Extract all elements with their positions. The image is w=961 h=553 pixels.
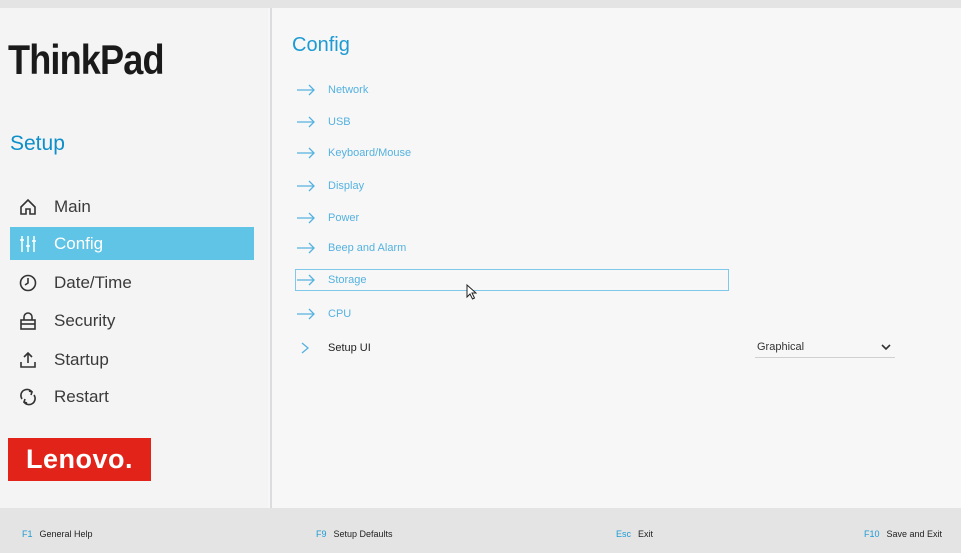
config-item-power[interactable]: Power <box>296 208 359 228</box>
config-item-label: Keyboard/Mouse <box>328 147 412 159</box>
footer-key: F10 <box>864 529 880 539</box>
sidebar-item-label: Startup <box>54 349 109 369</box>
sidebar-item-label: Restart <box>54 386 109 406</box>
config-item-cpu[interactable]: CPU <box>296 304 351 324</box>
footer-key: Esc <box>616 529 632 539</box>
footer-key-label: Exit <box>638 529 654 539</box>
chevron-down-icon <box>881 343 891 350</box>
arrow-right-icon <box>297 116 315 128</box>
footer-key-setup-defaults[interactable]: F9 Setup Defaults <box>316 520 393 548</box>
footer-key-save-and-exit[interactable]: F10 Save and Exit <box>864 520 942 548</box>
config-item-label: Network <box>328 84 369 96</box>
footer-key: F9 <box>316 529 327 539</box>
arrow-right-icon <box>297 212 315 224</box>
config-item-keyboard-mouse[interactable]: Keyboard/Mouse <box>296 143 411 163</box>
setup-ui-row[interactable]: Setup UI <box>300 338 371 358</box>
arrow-right-icon <box>297 147 315 159</box>
sidebar-item-label: Security <box>54 310 116 330</box>
sidebar-item-label: Main <box>54 196 91 216</box>
lock-icon <box>16 309 40 333</box>
chevron-right-icon <box>301 342 310 354</box>
clock-icon <box>16 271 40 295</box>
mouse-cursor-icon <box>466 284 477 300</box>
refresh-icon <box>16 385 40 409</box>
footer-key-exit[interactable]: Esc Exit <box>616 520 653 548</box>
sidebar-item-config[interactable]: Config <box>10 227 254 260</box>
arrow-right-icon <box>297 180 315 192</box>
lenovo-logo: Lenovo. <box>8 438 151 481</box>
sidebar-item-startup[interactable]: Startup <box>10 343 254 376</box>
config-item-network[interactable]: Network <box>296 80 368 100</box>
config-item-label: CPU <box>328 308 352 320</box>
footer-key-label: General Help <box>39 529 93 539</box>
sidebar-item-label: Config <box>54 233 104 253</box>
config-item-display[interactable]: Display <box>296 176 364 196</box>
sliders-icon <box>16 232 40 256</box>
config-item-label: Display <box>328 180 365 192</box>
config-item-beep-and-alarm[interactable]: Beep and Alarm <box>296 238 406 258</box>
config-item-label: Beep and Alarm <box>328 242 407 254</box>
sidebar-item-security[interactable]: Security <box>10 304 254 337</box>
upload-icon <box>16 348 40 372</box>
config-item-label: Storage <box>328 274 367 286</box>
setup-ui-select[interactable]: Graphical <box>755 336 895 358</box>
setup-ui-label: Setup UI <box>328 342 371 354</box>
setup-ui-value: Graphical <box>757 340 805 353</box>
footer-key-label: Save and Exit <box>886 529 943 539</box>
sidebar-item-date-time[interactable]: Date/Time <box>10 266 254 299</box>
sidebar-item-label: Date/Time <box>54 272 132 292</box>
footer-key-label: Setup Defaults <box>333 529 393 539</box>
sidebar-item-main[interactable]: Main <box>10 190 254 223</box>
arrow-right-icon <box>297 84 315 96</box>
page-title: Config <box>292 34 350 56</box>
bios-screen: ThinkPad Setup Main Config Date/Time Sec… <box>0 8 961 508</box>
config-item-label: USB <box>328 116 351 128</box>
arrow-right-icon <box>297 274 315 286</box>
footer-key: F1 <box>22 529 33 539</box>
config-item-storage[interactable]: Storage <box>295 269 729 291</box>
thinkpad-logo: ThinkPad <box>8 36 165 83</box>
sidebar-item-restart[interactable]: Restart <box>10 380 254 413</box>
arrow-right-icon <box>297 242 315 254</box>
setup-title: Setup <box>10 132 65 155</box>
config-item-label: Power <box>328 212 360 224</box>
config-item-usb[interactable]: USB <box>296 112 351 132</box>
home-icon <box>16 195 40 219</box>
sidebar: ThinkPad Setup Main Config Date/Time Sec… <box>0 8 268 508</box>
footer-bar: F1 General Help F9 Setup Defaults Esc Ex… <box>0 520 961 548</box>
footer-key-general-help[interactable]: F1 General Help <box>22 520 93 548</box>
sidebar-divider <box>270 8 272 508</box>
arrow-right-icon <box>297 308 315 320</box>
